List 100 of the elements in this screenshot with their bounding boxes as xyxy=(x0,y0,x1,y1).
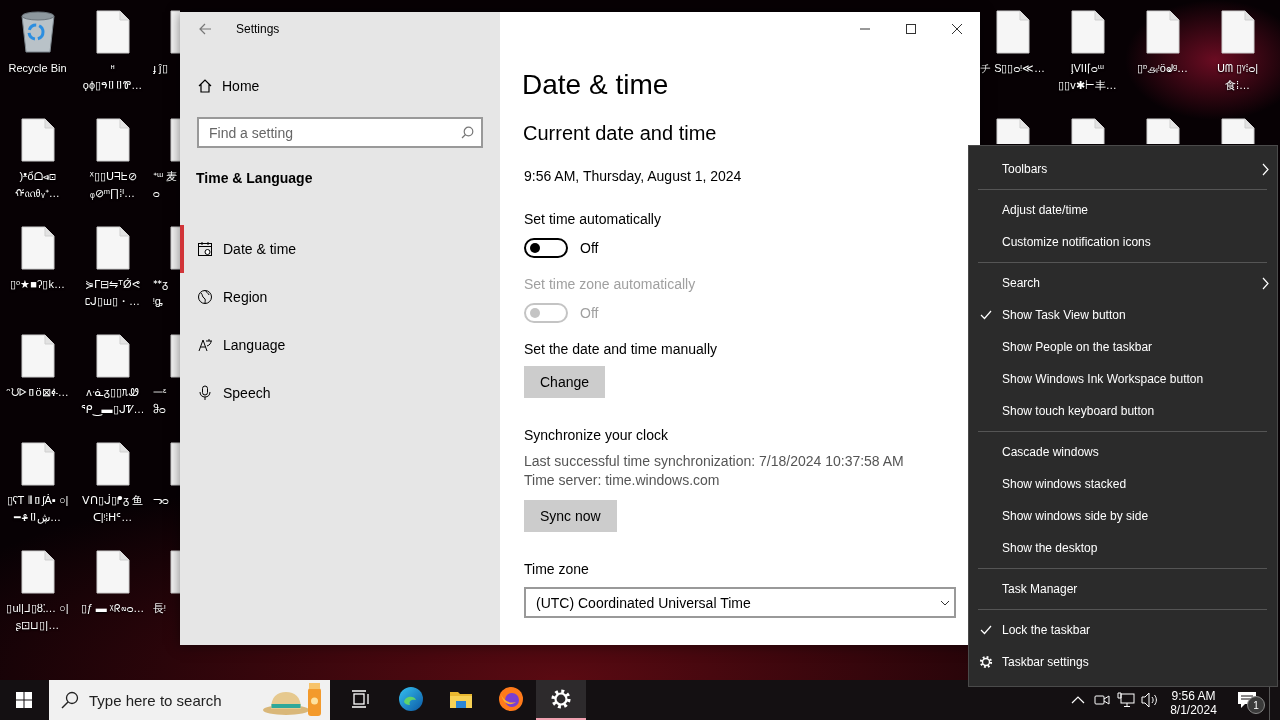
menu-item[interactable]: Cascade windows xyxy=(969,436,1277,468)
checkmark-icon xyxy=(979,310,992,320)
time-zone-dropdown[interactable]: (UTC) Coordinated Universal Time xyxy=(524,587,956,618)
icon-label[interactable]: ▯ᶛ௮ᵎöᖙᵍ… xyxy=(1129,60,1196,77)
file-icon[interactable] xyxy=(1220,118,1255,144)
file-icon[interactable] xyxy=(95,442,130,486)
menu-item[interactable]: Toolbars xyxy=(969,153,1277,185)
network-icon[interactable] xyxy=(1114,692,1138,708)
close-icon xyxy=(952,24,962,34)
language-icon xyxy=(197,337,213,353)
search-field[interactable]: Find a setting xyxy=(197,117,483,148)
setting-label: Set time zone automatically xyxy=(524,275,696,294)
menu-item[interactable]: Show windows side by side xyxy=(969,500,1277,532)
file-icon[interactable] xyxy=(95,10,130,54)
home-icon xyxy=(197,78,213,94)
icon-label[interactable]: ᕯᵹ ᵎᶃ xyxy=(153,276,179,310)
back-arrow-icon[interactable] xyxy=(198,22,212,36)
menu-item[interactable]: Show People on the taskbar xyxy=(969,331,1277,363)
icon-label[interactable]: ᕽ▯▯ᑌᖷᖶ⊘ ᵩ⊘ᵐ∏⁞ᴵ… xyxy=(79,168,146,202)
microphone-icon xyxy=(197,385,213,401)
icon-label[interactable]: ▯ƒ ▬ ᵡᖇ∾ᴑ… xyxy=(79,600,146,617)
windows-logo-icon xyxy=(16,692,32,708)
nav-item[interactable]: Language xyxy=(180,321,500,369)
nav-item[interactable]: Region xyxy=(180,273,500,321)
change-button[interactable]: Change xyxy=(524,366,606,398)
checkmark-icon xyxy=(979,625,992,635)
icon-label[interactable]: Recycle Bin xyxy=(4,60,71,77)
current-date-time: 9:56 AM, Thursday, August 1, 2024 xyxy=(524,167,742,186)
sync-now-button[interactable]: Sync now xyxy=(524,500,617,532)
sync-info: Last successful time synchronization: 7/18/2024 10:37:58 AM xyxy=(524,452,904,471)
icon-label[interactable]: ᅳᵋ ჵᴑ xyxy=(153,384,179,418)
taskbar-clock[interactable]: 9:56 AM 8/1/2024 xyxy=(1162,689,1225,717)
section-heading: Time & Language xyxy=(196,169,313,188)
search-icon[interactable] xyxy=(461,126,474,139)
file-icon[interactable] xyxy=(1220,10,1255,54)
sync-info: Time server: time.windows.com xyxy=(524,471,720,490)
chevron-right-icon xyxy=(1261,162,1269,176)
menu-item[interactable]: Lock the taskbar xyxy=(969,614,1277,646)
file-icon[interactable] xyxy=(95,550,130,594)
menu-item[interactable]: Customize notification icons xyxy=(969,226,1277,258)
icon-label[interactable]: )ᵜổᗝ⩹⊡ ᡤᦶᦲᵥᕀ… xyxy=(4,168,71,202)
icon-label[interactable]: ᕀᵚ 麦ᴑ xyxy=(153,168,179,202)
icon-label[interactable]: ᐯᑎ▯ᒎ▯ᖰᵹ 鱼ᑕ|ᵎ⁞ᕼᑦ… xyxy=(79,492,146,526)
file-icon[interactable] xyxy=(95,334,130,378)
settings-icon xyxy=(978,655,993,669)
file-icon[interactable] xyxy=(1145,10,1180,54)
icon-label[interactable]: ᵔᙀᐅ▯ö⊠ፉ… xyxy=(4,384,71,401)
file-icon[interactable] xyxy=(95,226,130,270)
menu-item[interactable]: Search xyxy=(969,267,1277,299)
file-icon[interactable] xyxy=(1070,10,1105,54)
menu-item[interactable]: Task Manager xyxy=(969,573,1277,605)
setting-label: Set time automatically xyxy=(524,210,661,229)
menu-item[interactable]: Show the desktop xyxy=(969,532,1277,564)
file-icon[interactable] xyxy=(1145,118,1180,144)
icon-label[interactable]: ⋟ᒥ⊟⇋ᵀǾᕙ ᥴᒍ▯ꟺ▯・… xyxy=(79,276,146,310)
toggle-state: Off xyxy=(580,240,599,256)
globe-icon xyxy=(197,289,213,305)
task-view-icon xyxy=(351,690,371,708)
icon-label[interactable]: ▯ʕᎢ ⫴▯ʃȦ▪ ○|━ቆ▯ڜ… xyxy=(4,492,71,526)
maximize-icon xyxy=(906,24,916,34)
menu-item[interactable]: Show Task View button xyxy=(969,299,1277,331)
file-icon[interactable] xyxy=(95,118,130,162)
icon-label[interactable]: 長ᵎ xyxy=(153,600,179,617)
chevron-right-icon xyxy=(1261,276,1269,290)
icon-label[interactable]: ᶅVII⌈ᴑᵚ ▯▯v✱⊢丰… xyxy=(1054,60,1121,94)
icon-label[interactable]: ʌᓍᵹ▯▯ᥰᏪ ᕿ‿▬▯ᒍᏤ… xyxy=(79,384,146,418)
menu-item[interactable]: Show Windows Ink Workspace button xyxy=(969,363,1277,395)
icon-label[interactable]: ▯ᵒ★■ʔ▯k… xyxy=(4,276,71,293)
folder-icon xyxy=(449,689,473,709)
section-heading: Current date and time xyxy=(523,121,717,146)
taskbar-app-button[interactable] xyxy=(536,680,586,720)
menu-item[interactable]: Show windows stacked xyxy=(969,468,1277,500)
settings-icon xyxy=(550,688,572,710)
home-link[interactable]: Home xyxy=(197,76,260,96)
setting-label: Time zone xyxy=(524,560,589,579)
file-icon[interactable] xyxy=(20,442,55,486)
file-icon[interactable] xyxy=(995,10,1030,54)
file-icon[interactable] xyxy=(20,118,55,162)
nav-item[interactable]: Speech xyxy=(180,369,500,417)
icon-label[interactable]: ▯ul|ᒧ▯ȣ⁚… ○|ʂ⊡⊔▯|… xyxy=(4,600,71,634)
icon-label[interactable]: チ S▯▯ᴑᵎ≪… xyxy=(979,60,1046,77)
icon-label[interactable]: ᑌᗰ ▯ᵞ⁞ᴑ|食⁞… xyxy=(1204,60,1271,94)
menu-item[interactable]: Taskbar settings xyxy=(969,646,1277,678)
file-icon[interactable] xyxy=(995,118,1030,144)
file-icon[interactable] xyxy=(20,334,55,378)
file-icon[interactable] xyxy=(1070,118,1105,144)
setting-label: Set the date and time manually xyxy=(524,340,717,359)
firefox-browser-icon xyxy=(498,686,524,712)
icon-label[interactable]: ɟ ĵ▯ xyxy=(153,60,179,77)
icon-label[interactable]: ᵸ ϙϕ▯ዓ▯▯Ꮘ… xyxy=(79,60,146,94)
search-field[interactable]: Type here to search xyxy=(49,680,330,720)
toggle-switch[interactable] xyxy=(524,238,568,258)
menu-item[interactable]: Adjust date/time xyxy=(969,194,1277,226)
icon-label[interactable]: ᓓᴑ xyxy=(153,492,179,509)
file-icon[interactable] xyxy=(20,550,55,594)
file-icon[interactable] xyxy=(20,226,55,270)
search-icon xyxy=(61,691,79,709)
chevron-down-icon xyxy=(940,599,950,606)
menu-item[interactable]: Show touch keyboard button xyxy=(969,395,1277,427)
setting-label: Synchronize your clock xyxy=(524,426,668,445)
